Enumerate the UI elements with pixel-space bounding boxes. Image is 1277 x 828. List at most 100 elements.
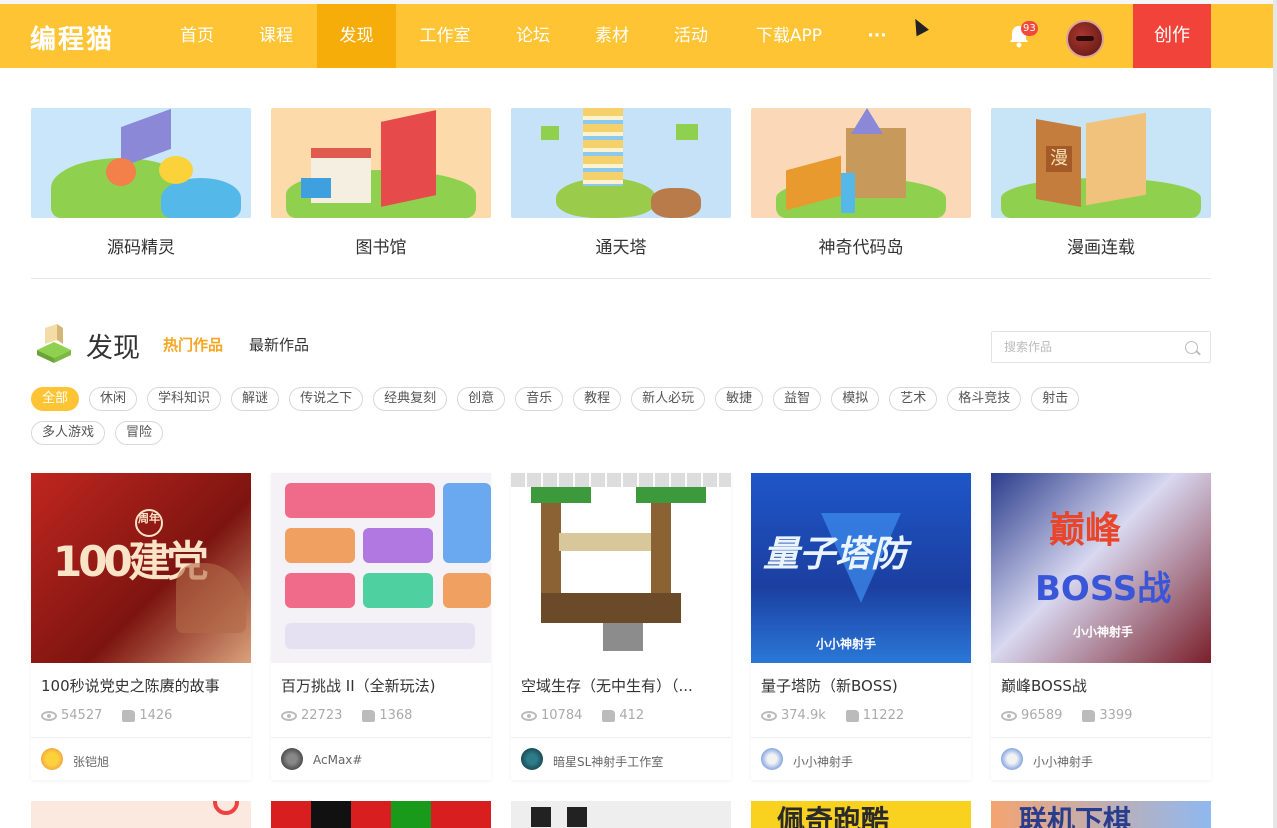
feature-tower[interactable]: 通天塔 [511,108,731,258]
user-avatar[interactable] [1066,20,1104,58]
create-button[interactable]: 创作 [1133,4,1211,68]
tag-casual[interactable]: 休闲 [89,387,138,411]
views-icon [521,710,537,721]
nav-forum[interactable]: 论坛 [500,4,566,68]
tab-hot-works[interactable]: 热门作品 [163,334,223,355]
views-icon [761,710,777,721]
work-card[interactable]: 百万挑战 II（全新玩法) 22723 1368 AcMax# [271,473,491,780]
work-card[interactable]: 量子塔防 小小神射手 量子塔防（新BOSS) 374.9k 11222 小小神射手 [751,473,971,780]
work-author[interactable]: 张铠旭 [31,737,251,780]
tag-fighting[interactable]: 格斗竞技 [947,387,1022,411]
view-count: 54527 [61,708,103,723]
tag-all[interactable]: 全部 [31,387,80,411]
search-input[interactable] [992,332,1172,362]
work-card-partial[interactable] [271,801,491,828]
author-name: 小小神射手 [793,755,854,769]
tab-new-works[interactable]: 最新作品 [249,334,309,355]
like-count: 1368 [379,708,413,723]
nav-materials[interactable]: 素材 [579,4,645,68]
discover-title: 发现 [86,333,140,364]
like-icon [845,709,859,722]
tag-simulation[interactable]: 模拟 [831,387,880,411]
tag-shooting[interactable]: 射击 [1031,387,1080,411]
feature-image [751,108,971,218]
work-author[interactable]: 暗星SL神射手工作室 [511,737,731,780]
work-stats: 374.9k 11222 [761,708,961,724]
nav-download-app[interactable]: 下载APP [740,4,838,68]
like-count: 11222 [862,708,905,723]
work-thumbnail [271,473,491,663]
feature-label: 漫画连载 [1067,238,1135,258]
logo[interactable]: 编程猫 [30,19,114,56]
work-stats: 10784 412 [521,708,721,724]
nav-discover[interactable]: 发现 [317,4,396,68]
work-card-partial[interactable]: 联机下棋 [991,801,1211,828]
nav-studio[interactable]: 工作室 [405,4,485,68]
feature-label: 通天塔 [595,238,647,258]
search-box [991,331,1211,363]
author-avatar [41,748,63,770]
work-card-partial[interactable] [511,801,731,828]
author-name: 张铠旭 [73,755,110,769]
tag-classic-remake[interactable]: 经典复刻 [373,387,448,411]
like-count: 412 [619,708,645,723]
feature-image: 漫 [991,108,1211,218]
tag-adventure[interactable]: 冒险 [115,421,164,445]
tag-puzzle[interactable]: 解谜 [231,387,280,411]
work-title: 空域生存（无中生有）（... [521,677,693,695]
tag-music[interactable]: 音乐 [515,387,564,411]
nav-home[interactable]: 首页 [164,4,230,68]
tag-tutorial[interactable]: 教程 [573,387,622,411]
view-count: 22723 [301,708,343,723]
work-thumbnail: 100建党 周年 [31,473,251,663]
section-divider [31,278,1211,279]
nav-courses[interactable]: 课程 [243,4,309,68]
like-icon [362,709,376,722]
author-avatar [761,748,783,770]
feature-image [511,108,731,218]
view-count: 10784 [541,708,583,723]
work-author[interactable]: 小小神射手 [751,737,971,780]
work-stats: 96589 3399 [1001,708,1201,724]
feature-source-sprite[interactable]: 源码精灵 [31,108,251,258]
tag-newbie[interactable]: 新人必玩 [631,387,706,411]
work-card[interactable]: 100建党 周年 100秒说党史之陈赓的故事 54527 1426 张铠旭 [31,473,251,780]
work-thumbnail [511,473,731,663]
discover-icon [37,324,71,363]
author-name: 小小神射手 [1033,755,1094,769]
author-name: 暗星SL神射手工作室 [553,755,664,769]
work-title: 巅峰BOSS战 [1001,677,1087,695]
feature-library[interactable]: 图书馆 [271,108,491,258]
work-card-partial[interactable] [31,801,251,828]
tag-filter-list: 全部 休闲 学科知识 解谜 传说之下 经典复刻 创意 音乐 教程 新人必玩 敏捷 益智 模拟 艺术 格斗竞技… [31,387,1211,455]
tag-multiplayer[interactable]: 多人游戏 [31,421,106,445]
work-author[interactable]: AcMax# [271,737,491,780]
feature-image [271,108,491,218]
tag-undertale[interactable]: 传说之下 [289,387,364,411]
work-card[interactable]: 空域生存（无中生有）（... 10784 412 暗星SL神射手工作室 [511,473,731,780]
work-stats: 54527 1426 [41,708,241,724]
views-icon [41,710,57,721]
tag-knowledge[interactable]: 学科知识 [147,387,222,411]
feature-comics[interactable]: 漫 漫画连载 [991,108,1211,258]
feature-label: 神奇代码岛 [818,238,904,258]
nav-events[interactable]: 活动 [658,4,724,68]
search-icon[interactable] [1185,341,1198,354]
work-author[interactable]: 小小神射手 [991,737,1211,780]
tag-brain[interactable]: 益智 [773,387,822,411]
tag-agility[interactable]: 敏捷 [715,387,764,411]
like-count: 3399 [1099,708,1133,723]
scrollbar[interactable] [1273,0,1277,828]
work-title: 100秒说党史之陈赓的故事 [41,677,220,695]
view-count: 96589 [1021,708,1063,723]
page: 编程猫 首页 课程 发现 工作室 论坛 素材 活动 下载APP ··· 93 创… [0,0,1277,828]
nav-more[interactable]: ··· [855,4,899,68]
work-thumbnail: 量子塔防 小小神射手 [751,473,971,663]
feature-code-island[interactable]: 神奇代码岛 [751,108,971,258]
tag-art[interactable]: 艺术 [889,387,938,411]
work-card[interactable]: 巅峰 BOSS战 小小神射手 巅峰BOSS战 96589 3399 小小神射手 [991,473,1211,780]
like-icon [602,709,616,722]
tag-creative[interactable]: 创意 [457,387,506,411]
like-count: 1426 [139,708,173,723]
work-card-partial[interactable]: 佩奇跑酷 [751,801,971,828]
